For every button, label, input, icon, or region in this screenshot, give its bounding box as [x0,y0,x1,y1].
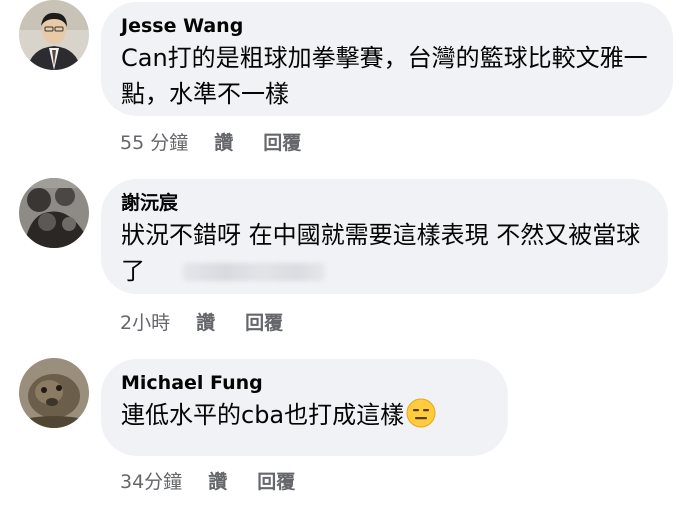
like-button[interactable]: 讚 [214,128,233,155]
like-button[interactable]: 讚 [208,467,227,494]
comment-actions: 34分鐘 讚 回覆 [120,467,295,494]
comment-time[interactable]: 2小時 [120,308,170,335]
comment-author[interactable]: Michael Fung [121,371,486,395]
comment-actions: 2小時 讚 回覆 [120,308,283,335]
comment-bubble: Michael Fung 連低水平的cba也打成這樣 [101,359,508,456]
comment-time[interactable]: 34分鐘 [120,467,182,494]
like-button[interactable]: 讚 [196,308,215,335]
comment-bubble: Jesse Wang Can打的是粗球加拳擊賽，台灣的籃球比較文雅一點，水準不一… [101,2,673,116]
comment-text: 連低水平的cba也打成這樣 [121,397,486,433]
reply-button[interactable]: 回覆 [257,467,295,494]
avatar[interactable] [19,358,89,428]
comment-text: Can打的是粗球加拳擊賽，台灣的籃球比較文雅一點，水準不一樣 [121,44,648,108]
reply-button[interactable]: 回覆 [245,308,283,335]
avatar[interactable] [19,0,89,70]
redacted-blur [183,263,325,281]
comment-text: 狀況不錯呀 在中國就需要這樣表現 不然又被當球了 [121,221,641,285]
comment-actions: 55 分鐘 讚 回覆 [120,128,301,155]
comment-bubble: 謝沅宸 狀況不錯呀 在中國就需要這樣表現 不然又被當球了 [101,179,668,294]
comment-author[interactable]: 謝沅宸 [121,191,646,215]
comment-author[interactable]: Jesse Wang [121,14,651,38]
expressionless-face-icon [406,398,436,428]
avatar[interactable] [19,178,89,248]
comment-time[interactable]: 55 分鐘 [120,128,188,155]
reply-button[interactable]: 回覆 [263,128,301,155]
